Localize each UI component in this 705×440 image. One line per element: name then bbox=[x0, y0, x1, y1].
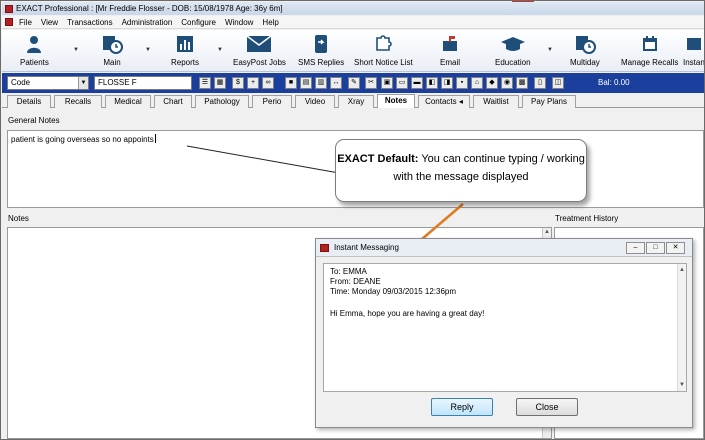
callout-pointer-line bbox=[186, 145, 340, 174]
im-message-area[interactable]: To: EMMA From: DEANE Time: Monday 09/03/… bbox=[323, 263, 687, 392]
im-scroll-down-icon[interactable]: ▼ bbox=[678, 380, 686, 390]
im-from: From: DEANE bbox=[330, 277, 381, 286]
close-button[interactable]: Close bbox=[516, 398, 578, 416]
im-app-icon bbox=[320, 244, 329, 252]
im-scrollbar[interactable]: ▲ ▼ bbox=[677, 264, 686, 391]
im-title: Instant Messaging bbox=[334, 243, 399, 252]
callout-bold-text: EXACT Default: bbox=[337, 153, 419, 165]
annotation-callout: EXACT Default: You can continue typing /… bbox=[335, 139, 587, 202]
reply-button[interactable]: Reply bbox=[431, 398, 493, 416]
close-icon[interactable]: ✕ bbox=[666, 242, 685, 254]
callout-text: You can continue typing / working with t… bbox=[393, 153, 585, 183]
instant-messaging-dialog: Instant Messaging – □ ✕ To: EMMA From: D… bbox=[315, 238, 693, 428]
im-title-bar[interactable]: Instant Messaging – □ ✕ bbox=[316, 239, 692, 257]
im-to: To: EMMA bbox=[330, 267, 367, 276]
im-time: Time: Monday 09/03/2015 12:36pm bbox=[330, 287, 457, 296]
maximize-icon[interactable]: □ bbox=[646, 242, 665, 254]
minimize-icon[interactable]: – bbox=[626, 242, 645, 254]
application-window: EXACT Professional : [Mr Freddie Flosser… bbox=[0, 0, 705, 440]
im-scroll-up-icon[interactable]: ▲ bbox=[678, 265, 686, 275]
im-message-text: Hi Emma, hope you are having a great day… bbox=[330, 309, 485, 318]
